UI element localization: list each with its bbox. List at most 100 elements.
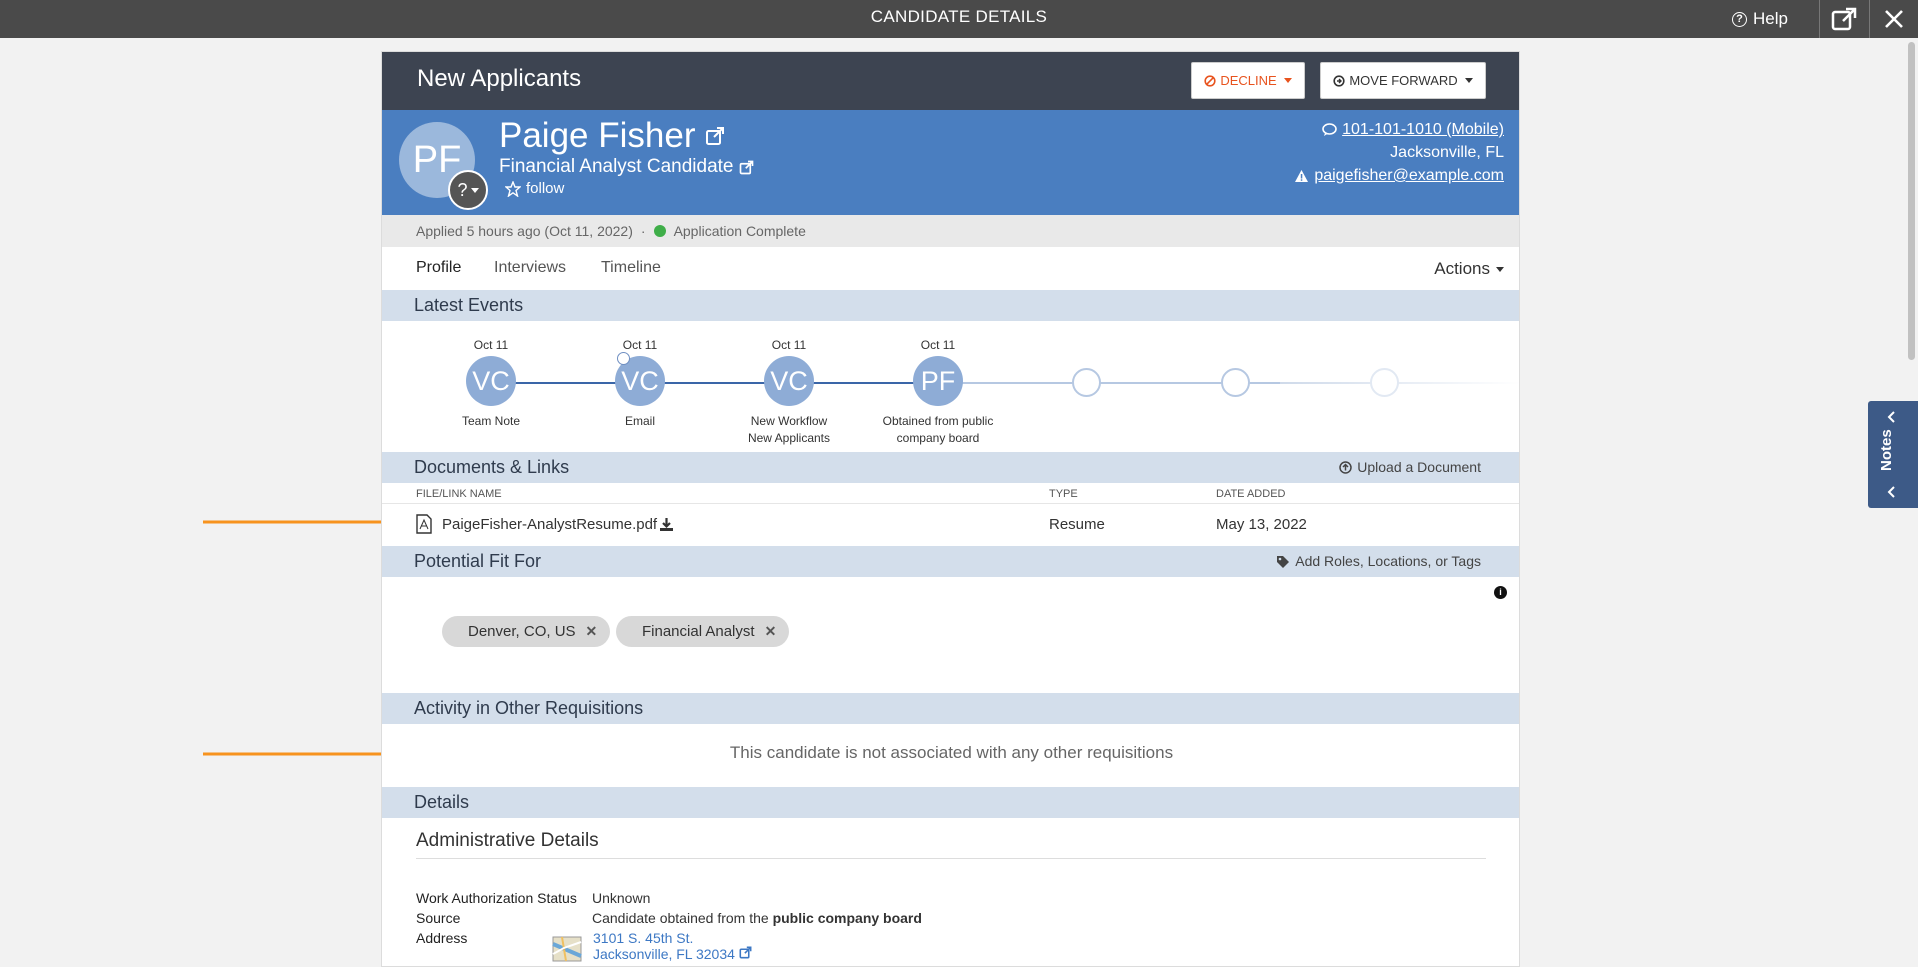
ban-icon	[1204, 74, 1216, 87]
decline-button[interactable]: DECLINE	[1191, 62, 1305, 99]
download-icon[interactable]	[659, 517, 674, 532]
external-link-icon	[739, 946, 752, 959]
info-icon[interactable]: i	[1494, 586, 1507, 599]
source-prefix: Candidate obtained from the	[592, 910, 769, 926]
candidate-location: Jacksonville, FL	[1390, 144, 1504, 161]
fit-tag: Financial Analyst ✕	[616, 616, 790, 647]
contact-info: 101-101-1010 (Mobile) Jacksonville, FL p…	[1294, 118, 1504, 187]
event-label-line: Obtained from public	[882, 414, 994, 428]
column-header: DATE ADDED	[1216, 488, 1286, 500]
detail-label: Source	[416, 910, 461, 926]
fit-tag: Denver, CO, US ✕	[442, 616, 611, 647]
event-avatar-initials: VC	[621, 366, 659, 396]
address-line: 3101 S. 45th St.	[593, 930, 694, 946]
help-label: Help	[1753, 9, 1788, 28]
decline-label: DECLINE	[1220, 73, 1277, 88]
chat-icon	[1322, 122, 1337, 136]
candidate-name[interactable]: Paige Fisher	[499, 116, 725, 156]
edit-icon[interactable]	[739, 160, 754, 175]
map-icon[interactable]	[552, 934, 582, 964]
divider	[416, 858, 1486, 859]
event-date: Oct 11	[622, 338, 658, 352]
notes-side-tab[interactable]: Notes	[1868, 401, 1918, 508]
candidate-title[interactable]: Financial Analyst Candidate	[499, 156, 754, 178]
event-date: Oct 11	[920, 338, 956, 352]
application-state: Application Complete	[673, 223, 806, 239]
email-link[interactable]: paigefisher@example.com	[1314, 164, 1504, 187]
event-date: Oct 11	[473, 338, 509, 352]
timeline-line	[1280, 382, 1519, 384]
email-icon	[617, 352, 630, 365]
close-button[interactable]	[1870, 0, 1918, 38]
timeline-event[interactable]: Oct 11 VC New Workflow New Applicants	[729, 338, 849, 447]
profile-tabs: Profile Interviews Timeline Actions	[382, 247, 1519, 291]
follow-button[interactable]: follow	[505, 180, 564, 197]
timeline-event[interactable]: Oct 11 VC Team Note	[431, 338, 551, 430]
window-titlebar: CANDIDATE DETAILS ? Help	[0, 0, 1918, 38]
event-avatar: VC	[764, 356, 814, 406]
event-avatar: PF	[913, 356, 963, 406]
tag-icon	[1277, 555, 1290, 568]
status-unknown-label: ?	[457, 179, 468, 200]
event-avatar: VC	[466, 356, 516, 406]
tab-profile[interactable]: Profile	[416, 259, 461, 277]
add-tags-button[interactable]: Add Roles, Locations, or Tags	[1276, 546, 1481, 577]
empty-requisitions-message: This candidate is not associated with an…	[729, 743, 1174, 762]
stage-title: New Applicants	[417, 65, 582, 92]
notes-label: Notes	[1878, 429, 1895, 471]
avatar-status-dropdown[interactable]: ?	[448, 170, 488, 210]
chevron-left-icon	[1887, 486, 1895, 498]
tab-timeline[interactable]: Timeline	[601, 259, 661, 277]
section-details: Details	[382, 787, 1519, 818]
file-date: May 13, 2022	[1216, 516, 1307, 533]
section-other-requisitions: Activity in Other Requisitions	[382, 693, 1519, 724]
help-button[interactable]: ? Help	[1732, 0, 1788, 38]
address-link[interactable]: 3101 S. 45th St. Jacksonville, FL 32034	[593, 930, 752, 962]
actions-dropdown[interactable]: Actions	[1434, 259, 1504, 279]
candidate-title-text: Financial Analyst Candidate	[499, 156, 734, 177]
upload-document-button[interactable]: Upload a Document	[1339, 452, 1481, 483]
stage-header: New Applicants DECLINE MOVE FORWARD	[382, 52, 1519, 110]
event-label-line: company board	[896, 431, 980, 445]
section-title: Latest Events	[414, 295, 524, 315]
event-label-line: New Applicants	[747, 431, 831, 445]
scrollbar-thumb[interactable]	[1908, 42, 1915, 360]
caret-down-icon	[1464, 78, 1473, 83]
documents-table-header: FILE/LINK NAME TYPE DATE ADDED	[382, 485, 1519, 503]
phone-link[interactable]: 101-101-1010 (Mobile)	[1342, 118, 1504, 141]
popout-button[interactable]	[1820, 0, 1868, 38]
section-title: Potential Fit For	[414, 551, 542, 571]
actions-label: Actions	[1434, 259, 1490, 278]
close-icon	[1885, 10, 1903, 28]
event-label: Email	[624, 414, 655, 428]
event-label: Obtained from public company board	[878, 413, 998, 447]
file-type: Resume	[1049, 516, 1105, 533]
window-title: CANDIDATE DETAILS	[870, 7, 1048, 26]
status-complete-icon	[653, 225, 666, 237]
remove-tag-icon[interactable]: ✕	[586, 623, 598, 640]
event-label-line: New Workflow	[750, 414, 828, 428]
candidate-card: New Applicants DECLINE MOVE FORWARD PF ?…	[381, 51, 1520, 967]
address-line: Jacksonville, FL 32034	[593, 946, 735, 962]
column-header: TYPE	[1049, 488, 1078, 500]
remove-tag-icon[interactable]: ✕	[765, 623, 777, 640]
status-separator: ·	[640, 223, 646, 239]
tab-interviews[interactable]: Interviews	[494, 259, 566, 277]
move-forward-button[interactable]: MOVE FORWARD	[1320, 62, 1486, 99]
event-avatar: VC	[615, 352, 665, 406]
table-row: PaigeFisher-AnalystResume.pdf Resume May…	[382, 503, 1519, 546]
pdf-file-icon	[416, 514, 432, 534]
timeline-event[interactable]: Oct 11 PF Obtained from public company b…	[878, 338, 998, 447]
timeline-empty-node	[1221, 368, 1250, 397]
column-header: FILE/LINK NAME	[416, 488, 502, 500]
edit-icon[interactable]	[705, 126, 725, 146]
tag-label: Financial Analyst	[642, 623, 755, 640]
applied-text: Applied 5 hours ago (Oct 11, 2022)	[416, 223, 633, 239]
upload-icon	[1339, 461, 1352, 474]
file-name-link[interactable]: PaigeFisher-AnalystResume.pdf	[442, 516, 657, 533]
caret-down-icon	[1496, 266, 1504, 272]
follow-label: follow	[526, 180, 565, 197]
move-forward-label: MOVE FORWARD	[1349, 73, 1458, 88]
section-title: Documents & Links	[414, 457, 570, 477]
timeline-event[interactable]: Oct 11 VC Email	[580, 338, 700, 430]
